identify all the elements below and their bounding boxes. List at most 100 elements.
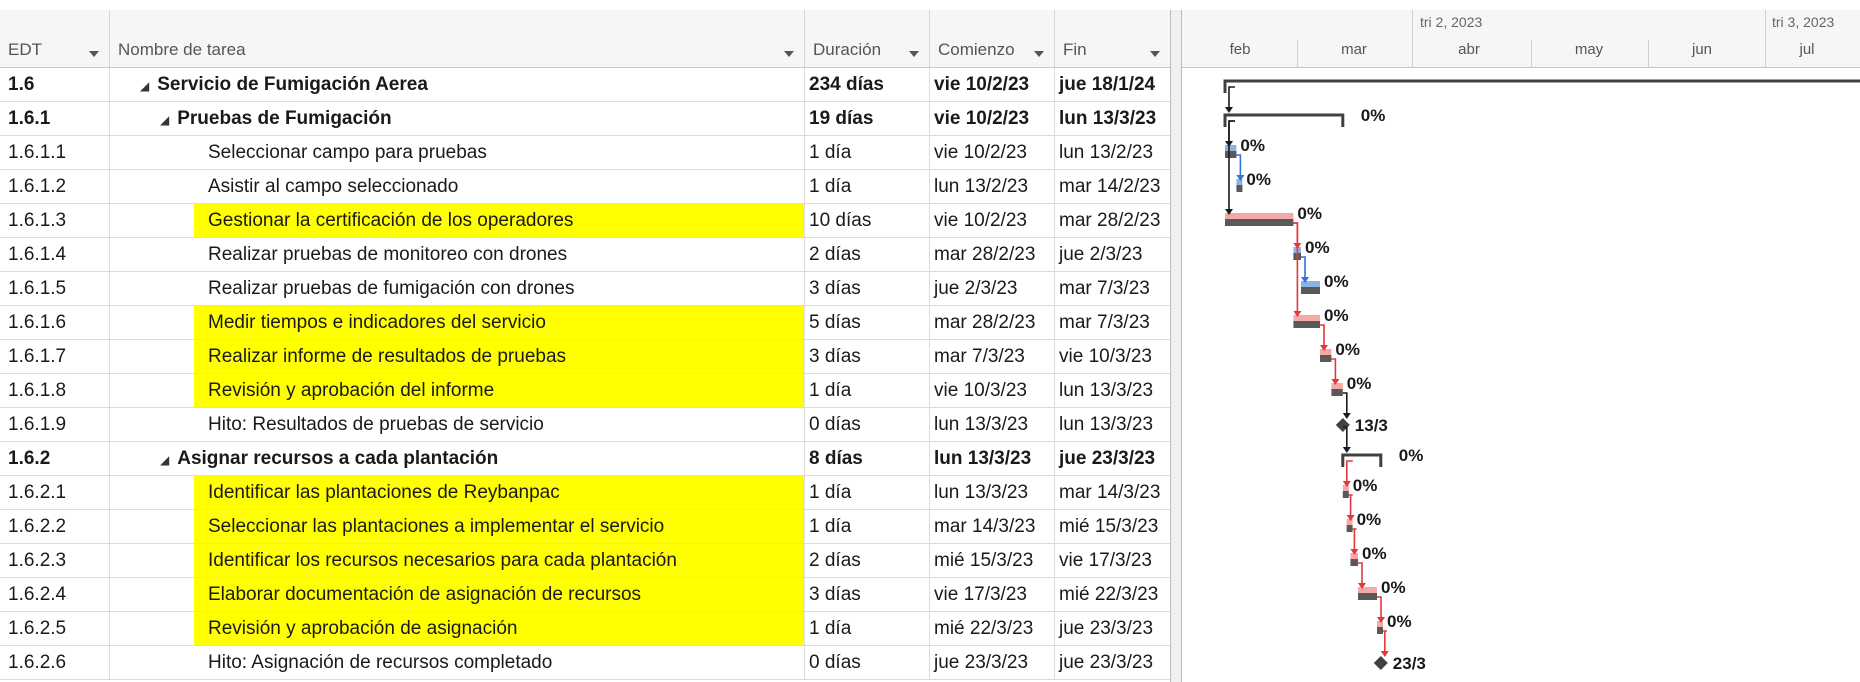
task-edt-cell[interactable]: 1.6.2.2 [0, 510, 110, 543]
task-duration-cell[interactable]: 0 días [805, 408, 930, 441]
task-row[interactable]: 1.6.2 ◢ Asignar recursos a cada plantación… [0, 442, 1170, 476]
task-name-cell[interactable]: ◢ Asignar recursos a cada plantación [110, 442, 805, 475]
task-edt-cell[interactable]: 1.6.2 [0, 442, 110, 475]
task-duration-cell[interactable]: 2 días [805, 238, 930, 271]
task-edt-cell[interactable]: 1.6.2.1 [0, 476, 110, 509]
task-duration-cell[interactable]: 3 días [805, 578, 930, 611]
collapse-triangle-icon[interactable]: ◢ [140, 79, 149, 93]
task-end-cell[interactable]: jue 18/1/24 [1055, 68, 1170, 101]
task-edt-cell[interactable]: 1.6.1.9 [0, 408, 110, 441]
task-end-cell[interactable]: mar 28/2/23 [1055, 204, 1170, 237]
column-header-start[interactable]: Comienzo [930, 10, 1055, 67]
task-start-cell[interactable]: lun 13/3/23 [930, 476, 1055, 509]
task-end-cell[interactable]: lun 13/2/23 [1055, 136, 1170, 169]
task-row[interactable]: 1.6.2.6 Hito: Asignación de recursos comp… [0, 646, 1170, 680]
task-row[interactable]: 1.6.2.4 Elaborar documentación de asignac… [0, 578, 1170, 612]
task-start-cell[interactable]: lun 13/2/23 [930, 170, 1055, 203]
task-start-cell[interactable]: mar 28/2/23 [930, 238, 1055, 271]
task-edt-cell[interactable]: 1.6.2.6 [0, 646, 110, 679]
task-start-cell[interactable]: vie 17/3/23 [930, 578, 1055, 611]
task-end-cell[interactable]: vie 17/3/23 [1055, 544, 1170, 577]
task-end-cell[interactable]: mié 15/3/23 [1055, 510, 1170, 543]
task-name-cell[interactable]: Realizar pruebas de fumigación con drone… [110, 272, 805, 305]
collapse-triangle-icon[interactable]: ◢ [160, 113, 169, 127]
task-duration-cell[interactable]: 1 día [805, 170, 930, 203]
task-end-cell[interactable]: lun 13/3/23 [1055, 102, 1170, 135]
task-end-cell[interactable]: mar 7/3/23 [1055, 272, 1170, 305]
task-edt-cell[interactable]: 1.6.1.3 [0, 204, 110, 237]
task-start-cell[interactable]: mar 28/2/23 [930, 306, 1055, 339]
task-end-cell[interactable]: mar 14/3/23 [1055, 476, 1170, 509]
task-edt-cell[interactable]: 1.6.1.5 [0, 272, 110, 305]
task-row[interactable]: 1.6.1.8 Revisión y aprobación del informe… [0, 374, 1170, 408]
task-start-cell[interactable]: vie 10/2/23 [930, 102, 1055, 135]
task-end-cell[interactable]: lun 13/3/23 [1055, 374, 1170, 407]
collapse-triangle-icon[interactable]: ◢ [160, 453, 169, 467]
task-edt-cell[interactable]: 1.6.2.3 [0, 544, 110, 577]
task-duration-cell[interactable]: 1 día [805, 374, 930, 407]
chevron-down-icon[interactable] [784, 51, 794, 57]
task-start-cell[interactable]: mié 22/3/23 [930, 612, 1055, 645]
task-name-cell[interactable]: Realizar pruebas de monitoreo con drones [110, 238, 805, 271]
task-row[interactable]: 1.6.2.1 Identificar las plantaciones de R… [0, 476, 1170, 510]
task-row[interactable]: 1.6.1.3 Gestionar la certificación de los… [0, 204, 1170, 238]
task-name-cell[interactable]: Medir tiempos e indicadores del servicio [110, 306, 805, 339]
task-end-cell[interactable]: jue 23/3/23 [1055, 646, 1170, 679]
task-duration-cell[interactable]: 8 días [805, 442, 930, 475]
task-row[interactable]: 1.6.2.3 Identificar los recursos necesari… [0, 544, 1170, 578]
task-row[interactable]: 1.6.1.6 Medir tiempos e indicadores del s… [0, 306, 1170, 340]
task-name-cell[interactable]: Identificar los recursos necesarios para… [110, 544, 805, 577]
chevron-down-icon[interactable] [909, 51, 919, 57]
task-start-cell[interactable]: vie 10/2/23 [930, 136, 1055, 169]
task-start-cell[interactable]: lun 13/3/23 [930, 442, 1055, 475]
task-row[interactable]: 1.6.1 ◢ Pruebas de Fumigación 19 días vie 10… [0, 102, 1170, 136]
column-header-duration[interactable]: Duración [805, 10, 930, 67]
task-name-cell[interactable]: Hito: Resultados de pruebas de servicio [110, 408, 805, 441]
task-edt-cell[interactable]: 1.6.1.1 [0, 136, 110, 169]
task-end-cell[interactable]: mié 22/3/23 [1055, 578, 1170, 611]
task-name-cell[interactable]: Identificar las plantaciones de Reybanpa… [110, 476, 805, 509]
task-row[interactable]: 1.6.1.5 Realizar pruebas de fumigación co… [0, 272, 1170, 306]
task-name-cell[interactable]: ◢ Pruebas de Fumigación [110, 102, 805, 135]
task-start-cell[interactable]: mié 15/3/23 [930, 544, 1055, 577]
task-row[interactable]: 1.6.1.4 Realizar pruebas de monitoreo con… [0, 238, 1170, 272]
task-duration-cell[interactable]: 1 día [805, 612, 930, 645]
task-duration-cell[interactable]: 10 días [805, 204, 930, 237]
task-end-cell[interactable]: lun 13/3/23 [1055, 408, 1170, 441]
task-duration-cell[interactable]: 234 días [805, 68, 930, 101]
task-row[interactable]: 1.6.2.2 Seleccionar las plantaciones a im… [0, 510, 1170, 544]
task-row[interactable]: 1.6.1.9 Hito: Resultados de pruebas de se… [0, 408, 1170, 442]
task-name-cell[interactable]: Hito: Asignación de recursos completado [110, 646, 805, 679]
chevron-down-icon[interactable] [89, 51, 99, 57]
task-edt-cell[interactable]: 1.6.1.2 [0, 170, 110, 203]
task-end-cell[interactable]: jue 23/3/23 [1055, 612, 1170, 645]
task-edt-cell[interactable]: 1.6.1 [0, 102, 110, 135]
task-name-cell[interactable]: ◢ Servicio de Fumigación Aerea [110, 68, 805, 101]
task-start-cell[interactable]: vie 10/3/23 [930, 374, 1055, 407]
column-header-edt[interactable]: EDT [0, 10, 110, 67]
task-row[interactable]: 1.6.2.5 Revisión y aprobación de asignaci… [0, 612, 1170, 646]
chevron-down-icon[interactable] [1034, 51, 1044, 57]
task-row[interactable]: 1.6.1.1 Seleccionar campo para pruebas 1 d… [0, 136, 1170, 170]
column-header-end[interactable]: Fin [1055, 10, 1170, 67]
task-name-cell[interactable]: Asistir al campo seleccionado [110, 170, 805, 203]
task-edt-cell[interactable]: 1.6.1.6 [0, 306, 110, 339]
task-start-cell[interactable]: jue 23/3/23 [930, 646, 1055, 679]
task-end-cell[interactable]: mar 14/2/23 [1055, 170, 1170, 203]
task-name-cell[interactable]: Revisión y aprobación de asignación [110, 612, 805, 645]
pane-splitter[interactable] [1170, 10, 1182, 682]
task-start-cell[interactable]: vie 10/2/23 [930, 68, 1055, 101]
task-edt-cell[interactable]: 1.6.2.4 [0, 578, 110, 611]
task-start-cell[interactable]: mar 7/3/23 [930, 340, 1055, 373]
task-duration-cell[interactable]: 2 días [805, 544, 930, 577]
task-row[interactable]: 1.6 ◢ Servicio de Fumigación Aerea 234 días… [0, 68, 1170, 102]
task-name-cell[interactable]: Seleccionar las plantaciones a implement… [110, 510, 805, 543]
task-start-cell[interactable]: mar 14/3/23 [930, 510, 1055, 543]
task-row[interactable]: 1.6.1.2 Asistir al campo seleccionado 1 dí… [0, 170, 1170, 204]
task-duration-cell[interactable]: 0 días [805, 646, 930, 679]
task-name-cell[interactable]: Elaborar documentación de asignación de … [110, 578, 805, 611]
task-end-cell[interactable]: jue 2/3/23 [1055, 238, 1170, 271]
task-start-cell[interactable]: jue 2/3/23 [930, 272, 1055, 305]
task-name-cell[interactable]: Realizar informe de resultados de prueba… [110, 340, 805, 373]
task-end-cell[interactable]: jue 23/3/23 [1055, 442, 1170, 475]
